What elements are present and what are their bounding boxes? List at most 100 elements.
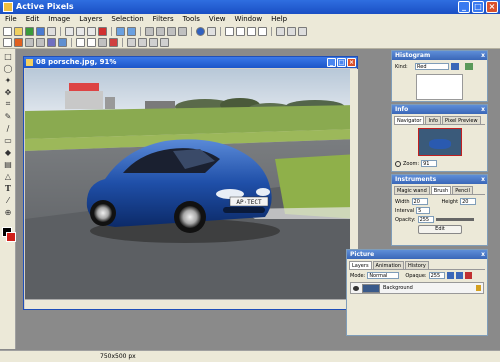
menu-image[interactable]: Image	[48, 14, 70, 25]
rectangle-icon[interactable]	[76, 38, 85, 47]
tab-history[interactable]: History	[405, 261, 429, 269]
crop-icon[interactable]	[156, 27, 165, 36]
image-canvas[interactable]: AP·TECT	[25, 69, 358, 299]
grid-icon[interactable]	[276, 27, 285, 36]
edit-button[interactable]: Edit	[418, 225, 462, 234]
redo-icon[interactable]	[127, 27, 136, 36]
refresh-icon[interactable]	[465, 63, 473, 70]
menu-help[interactable]: Help	[271, 14, 287, 25]
filter-icon[interactable]	[47, 38, 56, 47]
tab-brush[interactable]: Brush	[430, 186, 452, 194]
open-folder-icon[interactable]	[14, 27, 23, 36]
adjust-icon[interactable]	[58, 38, 67, 47]
width-field[interactable]: 20	[411, 198, 428, 205]
cross-icon[interactable]	[287, 27, 296, 36]
menu-file[interactable]: File	[5, 14, 17, 25]
doc-close-button[interactable]: ×	[347, 58, 356, 67]
height-field[interactable]: 20	[460, 198, 477, 205]
info-close-icon[interactable]: x	[481, 105, 485, 114]
help-icon[interactable]	[196, 27, 205, 36]
zoom-tool-icon[interactable]: ⊕	[2, 207, 14, 217]
window-icon[interactable]	[258, 27, 267, 36]
eyedropper-tool-icon[interactable]: ⁄	[2, 195, 14, 205]
color-mode-icon[interactable]	[98, 38, 107, 47]
maximize-button[interactable]: □	[472, 1, 484, 13]
cut-icon[interactable]	[65, 27, 74, 36]
web-icon[interactable]	[25, 27, 34, 36]
pages-icon[interactable]	[236, 27, 245, 36]
text-tool-icon[interactable]: T	[2, 183, 14, 193]
blank-icon[interactable]	[3, 38, 12, 47]
menu-layers[interactable]: Layers	[79, 14, 102, 25]
layer-up-icon[interactable]	[446, 272, 454, 279]
shape-tool-icon[interactable]: △	[2, 171, 14, 181]
picture-close-icon[interactable]: x	[481, 250, 485, 259]
doc-maximize-button[interactable]: □	[337, 58, 346, 67]
interval-field[interactable]: 5	[416, 207, 431, 214]
frame-icon[interactable]	[127, 38, 136, 47]
mode-select[interactable]: Normal	[367, 272, 400, 279]
print-icon[interactable]	[47, 27, 56, 36]
navigator-thumbnail[interactable]	[417, 128, 462, 156]
lock-icon[interactable]	[476, 285, 481, 291]
document-title-bar[interactable]: 08 porsche.jpg, 91% _ □ ×	[24, 57, 357, 68]
ellipse-icon[interactable]	[87, 38, 96, 47]
background-color-swatch[interactable]	[6, 232, 16, 242]
eraser-tool-icon[interactable]: ▭	[2, 135, 14, 145]
rect-select-tool-icon[interactable]: □	[2, 51, 14, 61]
pencil-tool-icon[interactable]: ✎	[2, 111, 14, 121]
opacity-field[interactable]: 255	[417, 216, 434, 223]
flip-icon[interactable]	[178, 27, 187, 36]
zoom-icon[interactable]	[207, 27, 216, 36]
instruments-close-icon[interactable]: x	[481, 175, 485, 184]
delete-icon[interactable]	[98, 27, 107, 36]
tools-icon[interactable]	[25, 38, 34, 47]
kind-dropdown-icon[interactable]	[451, 63, 459, 70]
rotate-icon[interactable]	[167, 27, 176, 36]
tab-pixel-preview[interactable]: Pixel Preview	[441, 116, 481, 124]
resize-icon[interactable]	[145, 27, 154, 36]
opacity-slider[interactable]	[435, 218, 474, 221]
menu-tools[interactable]: Tools	[183, 14, 200, 25]
gradient-tool-icon[interactable]: ▤	[2, 159, 14, 169]
tab-pencil[interactable]: Pencil	[452, 186, 473, 194]
tab-info[interactable]: Info	[425, 116, 441, 124]
menu-selection[interactable]: Selection	[111, 14, 143, 25]
opaque-field[interactable]: 255	[428, 272, 445, 279]
histogram-close-icon[interactable]: x	[481, 51, 485, 60]
tab-layers[interactable]: Layers	[349, 261, 372, 269]
lasso-tool-icon[interactable]: ◯	[2, 63, 14, 73]
save-icon[interactable]	[36, 27, 45, 36]
move-tool-icon[interactable]: ✥	[2, 87, 14, 97]
new-file-icon[interactable]	[3, 27, 12, 36]
menu-view[interactable]: View	[209, 14, 226, 25]
zoom-field[interactable]: 91	[421, 160, 438, 167]
kind-select[interactable]: Red	[415, 63, 449, 70]
layer-row[interactable]: Background	[350, 282, 484, 294]
horizontal-scrollbar[interactable]	[25, 299, 358, 309]
layer-down-icon[interactable]	[455, 272, 463, 279]
menu-filters[interactable]: Filters	[153, 14, 174, 25]
brush-tool-icon[interactable]: ∕	[2, 123, 14, 133]
fill-tool-icon[interactable]: ◆	[2, 147, 14, 157]
layout-icon[interactable]	[247, 27, 256, 36]
tab-navigator[interactable]: Navigator	[394, 116, 425, 124]
menu-edit[interactable]: Edit	[26, 14, 40, 25]
minimize-button[interactable]: _	[458, 1, 470, 13]
magic-wand-tool-icon[interactable]: ✦	[2, 75, 14, 85]
tab-animation[interactable]: Animation	[372, 261, 405, 269]
shadow-icon[interactable]	[149, 38, 158, 47]
eye-icon[interactable]	[353, 285, 359, 291]
layer-delete-icon[interactable]	[464, 272, 472, 279]
undo-icon[interactable]	[116, 27, 125, 36]
doc-minimize-button[interactable]: _	[327, 58, 336, 67]
border-icon[interactable]	[138, 38, 147, 47]
scanner-icon[interactable]	[36, 38, 45, 47]
menu-window[interactable]: Window	[235, 14, 263, 25]
close-button[interactable]: ×	[486, 1, 498, 13]
paste-icon[interactable]	[87, 27, 96, 36]
red-channel-icon[interactable]	[109, 38, 118, 47]
crop-tool-icon[interactable]: ⌗	[2, 99, 14, 109]
layer-icon[interactable]	[14, 38, 23, 47]
tab-magic-wand[interactable]: Magic wand	[394, 186, 430, 194]
